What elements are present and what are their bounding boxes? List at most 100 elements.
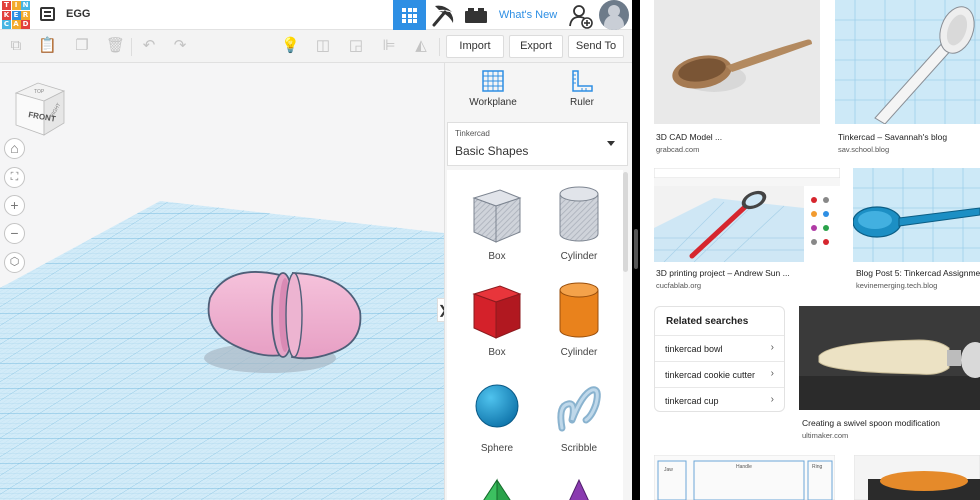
- duplicate-icon[interactable]: ❐: [73, 37, 91, 55]
- result-source[interactable]: cucfablab.org: [656, 281, 701, 290]
- result-title[interactable]: 3D CAD Model ...: [656, 132, 722, 142]
- pickaxe-icon[interactable]: [430, 3, 456, 27]
- workplane-icon: [482, 70, 504, 92]
- result-title[interactable]: 3D printing project – Andrew Sun ...: [656, 268, 790, 278]
- related-search-label: tinkercad cookie cutter: [665, 370, 756, 380]
- related-search-item[interactable]: tinkercad cup ›: [655, 387, 784, 413]
- perspective-button[interactable]: ⬡: [4, 252, 25, 273]
- shape-label: Scribble: [560, 443, 598, 454]
- diagram-label: Jaw: [664, 467, 673, 473]
- result-title[interactable]: Creating a swivel spoon modification: [802, 418, 940, 428]
- chevron-right-icon: ›: [770, 394, 774, 405]
- screen: TINKERCAD EGG What's New ⧉ 📋 ❐ 🗑 ↶ ↷ 💡 ◫…: [0, 0, 980, 500]
- tinkercad-app: TINKERCAD EGG What's New ⧉ 📋 ❐ 🗑 ↶ ↷ 💡 ◫…: [0, 0, 632, 500]
- mirror-icon[interactable]: ◭: [412, 37, 430, 55]
- brick-icon[interactable]: [464, 8, 488, 23]
- result-title[interactable]: Blog Post 5: Tinkercad Assignme: [856, 268, 980, 278]
- shape-roof[interactable]: [457, 472, 537, 500]
- divider: [439, 38, 440, 56]
- logo-letter: C: [2, 20, 11, 29]
- import-button[interactable]: Import: [446, 35, 504, 58]
- split-view-divider[interactable]: [632, 0, 640, 500]
- lightbulb-icon[interactable]: 💡: [281, 37, 300, 55]
- top-bar: TIN KER CAD EGG What's New: [0, 0, 632, 30]
- logo-letter: N: [21, 1, 30, 10]
- result-thumbnail[interactable]: [654, 168, 840, 262]
- note-icon[interactable]: ◫: [314, 37, 332, 55]
- result-thumbnail[interactable]: [853, 168, 980, 262]
- zoom-out-button[interactable]: −: [4, 223, 25, 244]
- shape-cylinder-hole[interactable]: Cylinder: [539, 184, 619, 262]
- trash-icon[interactable]: 🗑: [106, 37, 125, 55]
- cylinder-icon: [559, 282, 599, 338]
- shape-label: Cylinder: [560, 251, 598, 262]
- view-cube[interactable]: FRONT TOP RIGHT: [10, 79, 72, 139]
- logo-letter: T: [2, 1, 11, 10]
- whats-new-link[interactable]: What's New: [494, 0, 562, 30]
- group-icon[interactable]: ◲: [347, 37, 365, 55]
- design-title[interactable]: EGG: [66, 8, 90, 20]
- category-library: Tinkercad: [455, 129, 490, 138]
- shape-sphere[interactable]: Sphere: [457, 376, 537, 454]
- shape-label: Sphere: [480, 443, 514, 454]
- result-thumbnail[interactable]: [654, 0, 820, 124]
- related-search-label: tinkercad bowl: [665, 344, 723, 354]
- shape-cone[interactable]: [539, 472, 619, 500]
- undo-icon[interactable]: ↶: [140, 37, 158, 55]
- panel-scrollbar[interactable]: [623, 172, 628, 272]
- align-icon[interactable]: ⊫: [380, 37, 398, 55]
- redo-icon[interactable]: ↷: [171, 37, 189, 55]
- export-button[interactable]: Export: [509, 35, 563, 58]
- chevron-right-icon: ›: [770, 342, 774, 353]
- result-thumbnail[interactable]: [854, 455, 980, 500]
- logo-letter: I: [11, 1, 21, 10]
- chevron-down-icon: [607, 141, 615, 146]
- shape-label: Cylinder: [560, 347, 598, 358]
- box-hole-icon: [472, 189, 522, 243]
- ruler-label: Ruler: [570, 97, 594, 108]
- logo-letter: D: [21, 20, 30, 29]
- shape-label: Box: [488, 347, 506, 358]
- result-source[interactable]: ultimaker.com: [802, 431, 848, 440]
- logo-letter: R: [21, 10, 30, 20]
- shape-box-hole[interactable]: Box: [457, 184, 537, 262]
- shape-cylinder[interactable]: Cylinder: [539, 280, 619, 358]
- scribble-icon: [557, 386, 601, 432]
- 3d-view-grid-icon[interactable]: [393, 0, 426, 30]
- result-source[interactable]: kevinemerging.tech.blog: [856, 281, 937, 290]
- related-search-item[interactable]: tinkercad bowl ›: [655, 335, 784, 361]
- avatar[interactable]: [599, 0, 629, 30]
- send-to-button[interactable]: Send To: [568, 35, 624, 58]
- result-title[interactable]: Tinkercad – Savannah's blog: [838, 132, 947, 142]
- related-search-item[interactable]: tinkercad cookie cutter ›: [655, 361, 784, 387]
- shape-box[interactable]: Box: [457, 280, 537, 358]
- result-source[interactable]: sav.school.blog: [838, 145, 889, 154]
- sphere-icon: [475, 384, 519, 428]
- logo-letter: A: [11, 20, 21, 29]
- result-thumbnail[interactable]: [799, 306, 980, 410]
- home-view-button[interactable]: ⌂: [4, 138, 25, 159]
- edit-toolbar: ⧉ 📋 ❐ 🗑 ↶ ↷ 💡 ◫ ◲ ⊫ ◭ Import Export Send…: [0, 30, 632, 63]
- design-list-icon[interactable]: [40, 7, 55, 21]
- add-user-icon[interactable]: [568, 3, 594, 29]
- tinkercad-logo[interactable]: TIN KER CAD: [2, 1, 31, 29]
- 3d-viewport[interactable]: FRONT TOP RIGHT ⌂ ⛶ + − ⬡: [0, 63, 444, 500]
- result-thumbnail[interactable]: Jaw Handle Ring: [654, 455, 835, 500]
- shape-scribble[interactable]: Scribble: [539, 376, 619, 454]
- related-search-label: tinkercad cup: [665, 396, 719, 406]
- ruler-button[interactable]: Ruler: [542, 69, 622, 117]
- copy-icon[interactable]: ⧉: [7, 37, 25, 55]
- shapes-grid: Box Cylinder Box Cylinder Sphere Scribbl…: [447, 170, 623, 500]
- workplane-button[interactable]: Workplane: [453, 69, 533, 117]
- result-source[interactable]: grabcad.com: [656, 145, 699, 154]
- shape-category-select[interactable]: Tinkercad Basic Shapes: [447, 122, 628, 166]
- ruler-icon: [572, 70, 593, 92]
- divider-handle[interactable]: [634, 229, 638, 269]
- result-thumbnail[interactable]: [835, 0, 980, 124]
- fit-view-button[interactable]: ⛶: [4, 167, 25, 188]
- cylinder-hole-icon: [559, 186, 599, 242]
- paste-icon[interactable]: 📋: [38, 37, 57, 55]
- zoom-in-button[interactable]: +: [4, 195, 25, 216]
- category-name: Basic Shapes: [455, 144, 529, 158]
- logo-letter: K: [2, 10, 11, 20]
